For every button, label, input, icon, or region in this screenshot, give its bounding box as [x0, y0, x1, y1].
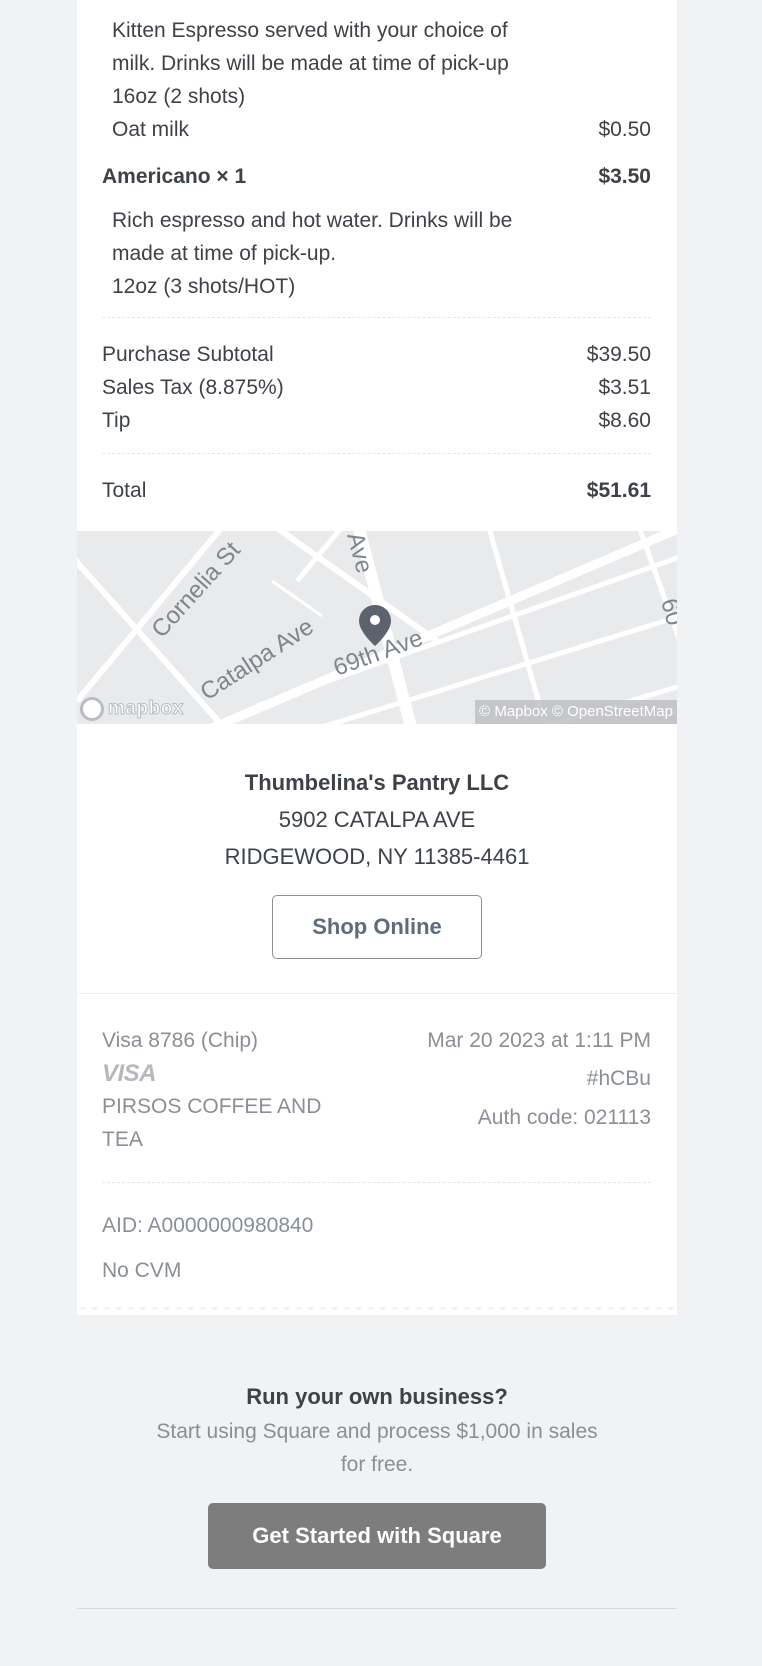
item-modifier: 16oz (2 shots) [102, 80, 651, 113]
item-modifier: Oat milk $0.50 [102, 113, 651, 146]
payment-right: Mar 20 2023 at 1:11 PM #hCBu Auth code: … [427, 1024, 651, 1156]
square-promo: Run your own business? Start using Squar… [77, 1380, 677, 1569]
map-attribution[interactable]: © Mapbox © OpenStreetMap [475, 700, 677, 724]
receipt-code: #hCBu [586, 1067, 651, 1090]
tip-amount: $8.60 [598, 409, 651, 432]
line-item-header: Americano × 1 $3.50 [102, 160, 651, 193]
subtotal-amount: $39.50 [586, 343, 651, 366]
tax-row: Sales Tax (8.875%) $3.51 [102, 371, 651, 404]
modifier-label: Oat milk [112, 118, 190, 141]
auth-code: Auth code: 021113 [477, 1106, 651, 1129]
merchant-info: Thumbelina's Pantry LLC 5902 CATALPA AVE… [77, 724, 677, 993]
get-started-button[interactable]: Get Started with Square [208, 1503, 546, 1569]
item-modifier: 12oz (3 shots/HOT) [102, 270, 651, 317]
merchant-address-line1: 5902 CATALPA AVE [278, 807, 476, 832]
item-name: Americano × 1 [102, 165, 247, 188]
total-row: Total $51.61 [102, 454, 651, 531]
total-label: Total [102, 479, 147, 502]
item-description-line: Rich espresso and hot water. Drinks will… [112, 209, 513, 232]
payment-left: Visa 8786 (Chip) VISA PIRSOS COFFEE AND … [102, 1024, 362, 1156]
merchant-descriptor: PIRSOS COFFEE AND TEA [102, 1095, 322, 1151]
visa-logo-icon: VISA [102, 1060, 157, 1087]
cvm-status: No CVM [102, 1259, 182, 1282]
totals-block: Purchase Subtotal $39.50 Sales Tax (8.87… [102, 318, 651, 453]
aid-code: AID: A0000000980840 [102, 1214, 314, 1237]
merchant-address-line2: RIDGEWOOD, NY 11385-4461 [224, 844, 530, 869]
subtotal-row: Purchase Subtotal $39.50 [102, 338, 651, 371]
store-map[interactable]: Cornelia St Catalpa Ave 69th Ave Ave 60 … [77, 531, 677, 724]
modifier-price: $0.50 [598, 118, 651, 141]
tip-row: Tip $8.60 [102, 404, 651, 437]
item-description: Kitten Espresso served with your choice … [102, 0, 651, 80]
item-price: $3.50 [598, 165, 651, 188]
payment-extra: AID: A0000000980840 No CVM [102, 1183, 651, 1307]
tip-label: Tip [102, 409, 131, 432]
promo-text: Start using Square and process $1,000 in… [156, 1420, 598, 1476]
receipt-zigzag-edge [77, 1307, 677, 1315]
mapbox-logo-icon [80, 697, 104, 721]
transaction-datetime: Mar 20 2023 at 1:11 PM [427, 1029, 651, 1052]
item-description-line: made at time of pick-up. [112, 242, 337, 265]
merchant-name: Thumbelina's Pantry LLC [244, 770, 510, 795]
total-amount: $51.61 [586, 479, 651, 502]
card-info: Visa 8786 (Chip) [102, 1029, 259, 1052]
map-streets: Cornelia St Catalpa Ave 69th Ave Ave 60 [77, 531, 677, 724]
receipt-card: Kitten Espresso served with your choice … [77, 0, 677, 1315]
payment-details: Visa 8786 (Chip) VISA PIRSOS COFFEE AND … [77, 994, 677, 1307]
modifier-label: 16oz (2 shots) [112, 85, 246, 108]
line-items: Kitten Espresso served with your choice … [77, 0, 677, 531]
tax-amount: $3.51 [598, 376, 651, 399]
mapbox-logo: mapbox [80, 697, 184, 721]
shop-online-button[interactable]: Shop Online [272, 895, 482, 959]
modifier-label: 12oz (3 shots/HOT) [112, 275, 296, 298]
payment-grid: Visa 8786 (Chip) VISA PIRSOS COFFEE AND … [102, 1024, 651, 1156]
tax-label: Sales Tax (8.875%) [102, 376, 284, 399]
street-label: Cornelia St [146, 536, 246, 643]
item-description-line: Kitten Espresso served with your choice … [112, 19, 508, 42]
item-description-line: milk. Drinks will be made at time of pic… [112, 52, 509, 75]
item-description: Rich espresso and hot water. Drinks will… [102, 193, 651, 270]
footer-divider [77, 1608, 677, 1609]
subtotal-label: Purchase Subtotal [102, 343, 274, 366]
promo-title: Run your own business? [246, 1384, 508, 1409]
street-label: Ave [341, 531, 378, 576]
